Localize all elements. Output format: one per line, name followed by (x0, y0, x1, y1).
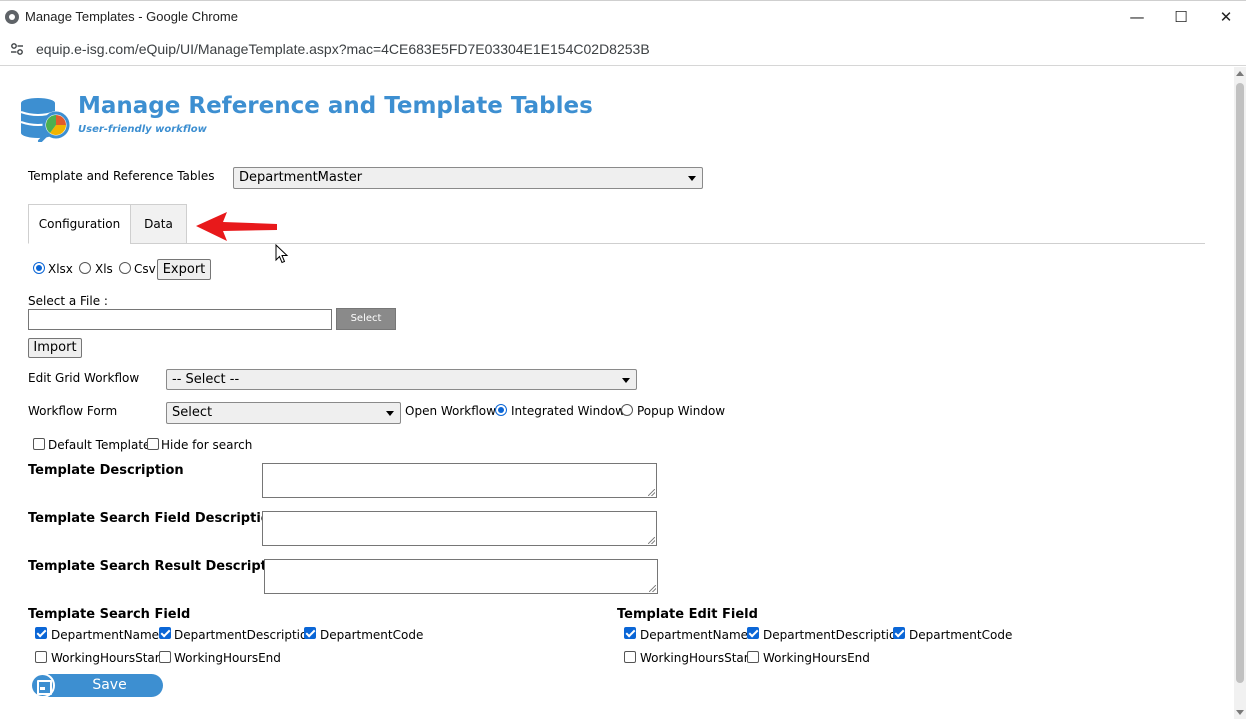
page-scrollbar[interactable] (1234, 67, 1246, 719)
template-edit-field-title: Template Edit Field (617, 607, 758, 622)
url-text[interactable]: equip.e-isg.com/eQuip/UI/ManageTemplate.… (36, 41, 650, 57)
import-button[interactable]: Import (28, 338, 82, 358)
search-result-description-label: Template Search Result Description (28, 559, 290, 574)
address-bar: equip.e-isg.com/eQuip/UI/ManageTemplate.… (0, 33, 1246, 66)
mouse-cursor-icon (275, 244, 289, 264)
edit-grid-workflow-dropdown[interactable]: -- Select -- (166, 369, 637, 390)
search-field-checkbox[interactable] (35, 627, 47, 639)
search-field-label: DepartmentDescription (174, 628, 315, 642)
default-template-checkbox[interactable] (33, 438, 45, 450)
edit-field-label: DepartmentName (640, 628, 749, 642)
select-file-label: Select a File : (28, 294, 108, 308)
export-format-xls-label: Xls (95, 262, 113, 276)
scroll-down-icon[interactable] (1236, 710, 1244, 715)
export-format-xlsx-radio[interactable] (33, 262, 45, 274)
maximize-button[interactable]: ☐ (1170, 7, 1192, 27)
save-button[interactable]: Save (30, 673, 163, 698)
site-settings-icon[interactable] (10, 42, 24, 56)
close-button[interactable]: ✕ (1215, 7, 1237, 27)
hide-for-search-label: Hide for search (161, 438, 253, 452)
search-field-label: WorkingHoursStart (51, 651, 165, 665)
open-workflow-label: Open Workflow (405, 404, 496, 418)
edit-field-label: DepartmentCode (909, 628, 1013, 642)
edit-field-checkbox[interactable] (624, 627, 636, 639)
template-description-textarea[interactable] (262, 463, 657, 498)
chrome-icon (5, 10, 19, 24)
window-title: Manage Templates - Google Chrome (25, 9, 238, 24)
search-field-checkbox[interactable] (304, 627, 316, 639)
chevron-down-icon (688, 176, 696, 181)
edit-field-label: DepartmentDescription (763, 628, 904, 642)
popup-window-radio[interactable] (621, 404, 633, 416)
template-description-label: Template Description (28, 463, 184, 478)
integrated-window-radio[interactable] (495, 404, 507, 416)
save-button-label: Save (92, 677, 127, 693)
workflow-form-value: Select (172, 405, 213, 420)
search-field-checkbox[interactable] (159, 627, 171, 639)
chevron-down-icon (386, 411, 394, 416)
edit-field-label: WorkingHoursStart (640, 651, 754, 665)
minimize-button[interactable]: — (1126, 7, 1148, 27)
workflow-form-label: Workflow Form (28, 404, 118, 418)
export-format-csv-radio[interactable] (119, 262, 131, 274)
template-search-field-title: Template Search Field (28, 607, 191, 622)
edit-field-checkbox[interactable] (893, 627, 905, 639)
template-selector-dropdown[interactable]: DepartmentMaster (233, 167, 703, 189)
export-format-csv-label: Csv (134, 262, 156, 276)
export-button[interactable]: Export (157, 259, 211, 280)
hide-for-search-checkbox[interactable] (147, 438, 159, 450)
edit-grid-workflow-label: Edit Grid Workflow (28, 371, 140, 385)
template-selector-label: Template and Reference Tables (28, 169, 215, 183)
search-result-description-textarea[interactable] (264, 559, 658, 594)
select-file-button[interactable]: Select (336, 308, 396, 330)
default-template-label: Default Template (48, 438, 151, 452)
search-field-label: WorkingHoursEnd (174, 651, 281, 665)
edit-field-checkbox[interactable] (747, 651, 759, 663)
scrollbar-thumb[interactable] (1236, 83, 1244, 683)
window-titlebar: Manage Templates - Google Chrome — ☐ ✕ (0, 0, 1246, 33)
edit-field-label: WorkingHoursEnd (763, 651, 870, 665)
template-selector-value: DepartmentMaster (239, 170, 363, 185)
export-format-xls-radio[interactable] (79, 262, 91, 274)
edit-field-checkbox[interactable] (624, 651, 636, 663)
edit-field-checkbox[interactable] (747, 627, 759, 639)
page-subtitle: User-friendly workflow (78, 124, 207, 135)
chevron-down-icon (622, 378, 630, 383)
database-logo-icon (20, 98, 70, 142)
search-field-label: DepartmentCode (320, 628, 424, 642)
search-field-description-label: Template Search Field Description (28, 511, 279, 526)
search-field-label: DepartmentName (51, 628, 160, 642)
workflow-form-dropdown[interactable]: Select (166, 402, 401, 424)
page-title: Manage Reference and Template Tables (78, 93, 593, 119)
scroll-up-icon[interactable] (1236, 71, 1244, 76)
search-field-checkbox[interactable] (159, 651, 171, 663)
tab-configuration[interactable]: Configuration (28, 204, 131, 244)
edit-grid-workflow-value: -- Select -- (172, 372, 240, 387)
tab-data[interactable]: Data (130, 204, 187, 244)
red-arrow-annotation (196, 212, 277, 241)
file-path-input[interactable] (28, 309, 332, 330)
search-field-checkbox[interactable] (35, 651, 47, 663)
export-format-xlsx-label: Xlsx (48, 262, 73, 276)
search-field-description-textarea[interactable] (262, 511, 657, 546)
popup-window-label: Popup Window (637, 404, 726, 418)
integrated-window-label: Integrated Window (511, 404, 625, 418)
